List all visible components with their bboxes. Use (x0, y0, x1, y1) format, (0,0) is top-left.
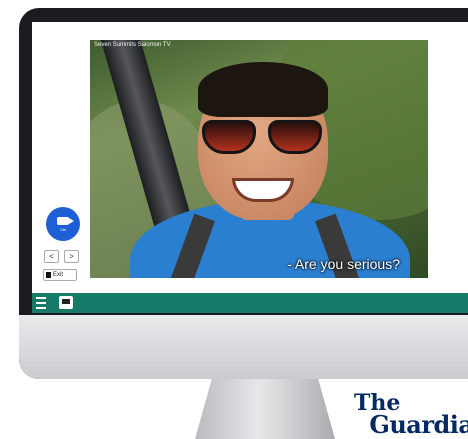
screen: Seven Summits Salomon TV - Are you serio… (32, 22, 468, 313)
hair (198, 62, 328, 117)
lens-left (202, 120, 256, 154)
exit-label: Exit (53, 272, 64, 278)
bottom-toolbar (32, 293, 468, 313)
menu-icon[interactable] (36, 296, 46, 310)
chat-icon[interactable] (59, 296, 73, 309)
exit-button[interactable]: Exit (43, 269, 77, 281)
logo-line-2: Guardian (369, 410, 468, 439)
video-call-label: Vid (60, 226, 66, 232)
monitor-chin (19, 315, 468, 379)
video-subtitle: - Are you serious? (287, 256, 400, 272)
monitor-stand (195, 379, 335, 439)
video-player[interactable]: Seven Summits Salomon TV - Are you serio… (90, 40, 428, 278)
sunglasses (202, 120, 326, 156)
lens-right (268, 120, 322, 154)
video-camera-icon (57, 216, 74, 225)
exit-icon (46, 272, 51, 278)
video-credit: Seven Summits Salomon TV (94, 42, 171, 48)
guardian-logo: The Guardian (326, 392, 468, 439)
previous-button[interactable]: < (44, 250, 59, 263)
video-call-button[interactable]: Vid (46, 207, 80, 241)
next-button[interactable]: > (64, 250, 79, 263)
